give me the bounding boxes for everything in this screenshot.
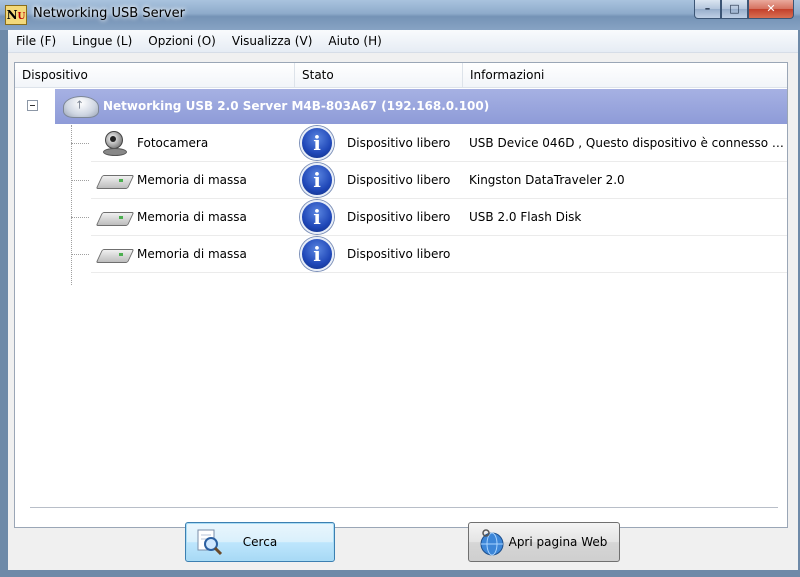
window-title: Networking USB Server: [33, 6, 185, 21]
menu-bar: File (F) Lingue (L) Opzioni (O) Visualiz…: [8, 30, 798, 53]
device-row[interactable]: Memoria di massa i Dispositivo libero Ki…: [71, 162, 787, 199]
drive-icon: [95, 168, 135, 192]
tree-branch: [71, 143, 89, 144]
app-window: NU Networking USB Server – □ ✕ File (F) …: [0, 0, 800, 577]
column-header: Dispositivo Stato Informazioni: [15, 63, 787, 88]
tree-branch: [71, 217, 89, 218]
drive-icon: [95, 205, 135, 229]
column-info[interactable]: Informazioni: [463, 63, 787, 87]
device-name: Memoria di massa: [137, 247, 247, 261]
info-icon: i: [300, 126, 334, 160]
device-info: USB 2.0 Flash Disk: [469, 210, 582, 224]
tree-branch: [71, 254, 89, 255]
title-bar[interactable]: NU Networking USB Server – □ ✕: [0, 0, 800, 30]
menu-file[interactable]: File (F): [8, 30, 64, 52]
tree-connector: [71, 125, 72, 285]
window-controls: – □ ✕: [694, 0, 794, 20]
menu-opzioni[interactable]: Opzioni (O): [140, 30, 224, 52]
server-label: Networking USB 2.0 Server M4B-803A67 (19…: [103, 99, 490, 113]
device-row[interactable]: Memoria di massa i Dispositivo libero US…: [71, 199, 787, 236]
app-logo-icon[interactable]: NU: [5, 5, 27, 25]
device-name: Memoria di massa: [137, 210, 247, 224]
device-info: USB Device 046D , Questo dispositivo è c…: [469, 136, 785, 150]
device-status: Dispositivo libero: [347, 136, 451, 150]
column-device[interactable]: Dispositivo: [15, 63, 295, 87]
search-button[interactable]: Cerca: [185, 522, 335, 562]
usb-server-icon: [63, 96, 99, 118]
webcam-icon: [97, 131, 131, 156]
search-button-label: Cerca: [242, 535, 278, 549]
menu-aiuto[interactable]: Aiuto (H): [320, 30, 389, 52]
server-row[interactable]: Networking USB 2.0 Server M4B-803A67 (19…: [55, 89, 787, 124]
device-row[interactable]: Fotocamera i Dispositivo libero USB Devi…: [71, 125, 787, 162]
menu-visualizza[interactable]: Visualizza (V): [224, 30, 321, 52]
device-name: Fotocamera: [137, 136, 209, 150]
device-name: Memoria di massa: [137, 173, 247, 187]
close-button[interactable]: ✕: [748, 0, 794, 19]
device-tree[interactable]: Dispositivo Stato Informazioni Networkin…: [14, 62, 788, 528]
info-icon: i: [300, 163, 334, 197]
column-status[interactable]: Stato: [295, 63, 463, 87]
open-web-button[interactable]: Apri pagina Web: [468, 522, 620, 562]
separator: [30, 507, 778, 509]
menu-lingue[interactable]: Lingue (L): [64, 30, 140, 52]
device-status: Dispositivo libero: [347, 247, 451, 261]
maximize-button[interactable]: □: [721, 0, 748, 19]
drive-icon: [95, 242, 135, 266]
device-status: Dispositivo libero: [347, 210, 451, 224]
client-area: File (F) Lingue (L) Opzioni (O) Visualiz…: [8, 30, 798, 570]
minimize-button[interactable]: –: [694, 0, 721, 19]
device-info: Kingston DataTraveler 2.0: [469, 173, 625, 187]
info-icon: i: [300, 200, 334, 234]
device-row[interactable]: Memoria di massa i Dispositivo libero: [71, 236, 787, 273]
tree-branch: [71, 180, 89, 181]
device-status: Dispositivo libero: [347, 173, 451, 187]
open-web-button-label: Apri pagina Web: [508, 535, 608, 549]
info-icon: i: [300, 237, 334, 271]
collapse-toggle[interactable]: [27, 100, 38, 111]
